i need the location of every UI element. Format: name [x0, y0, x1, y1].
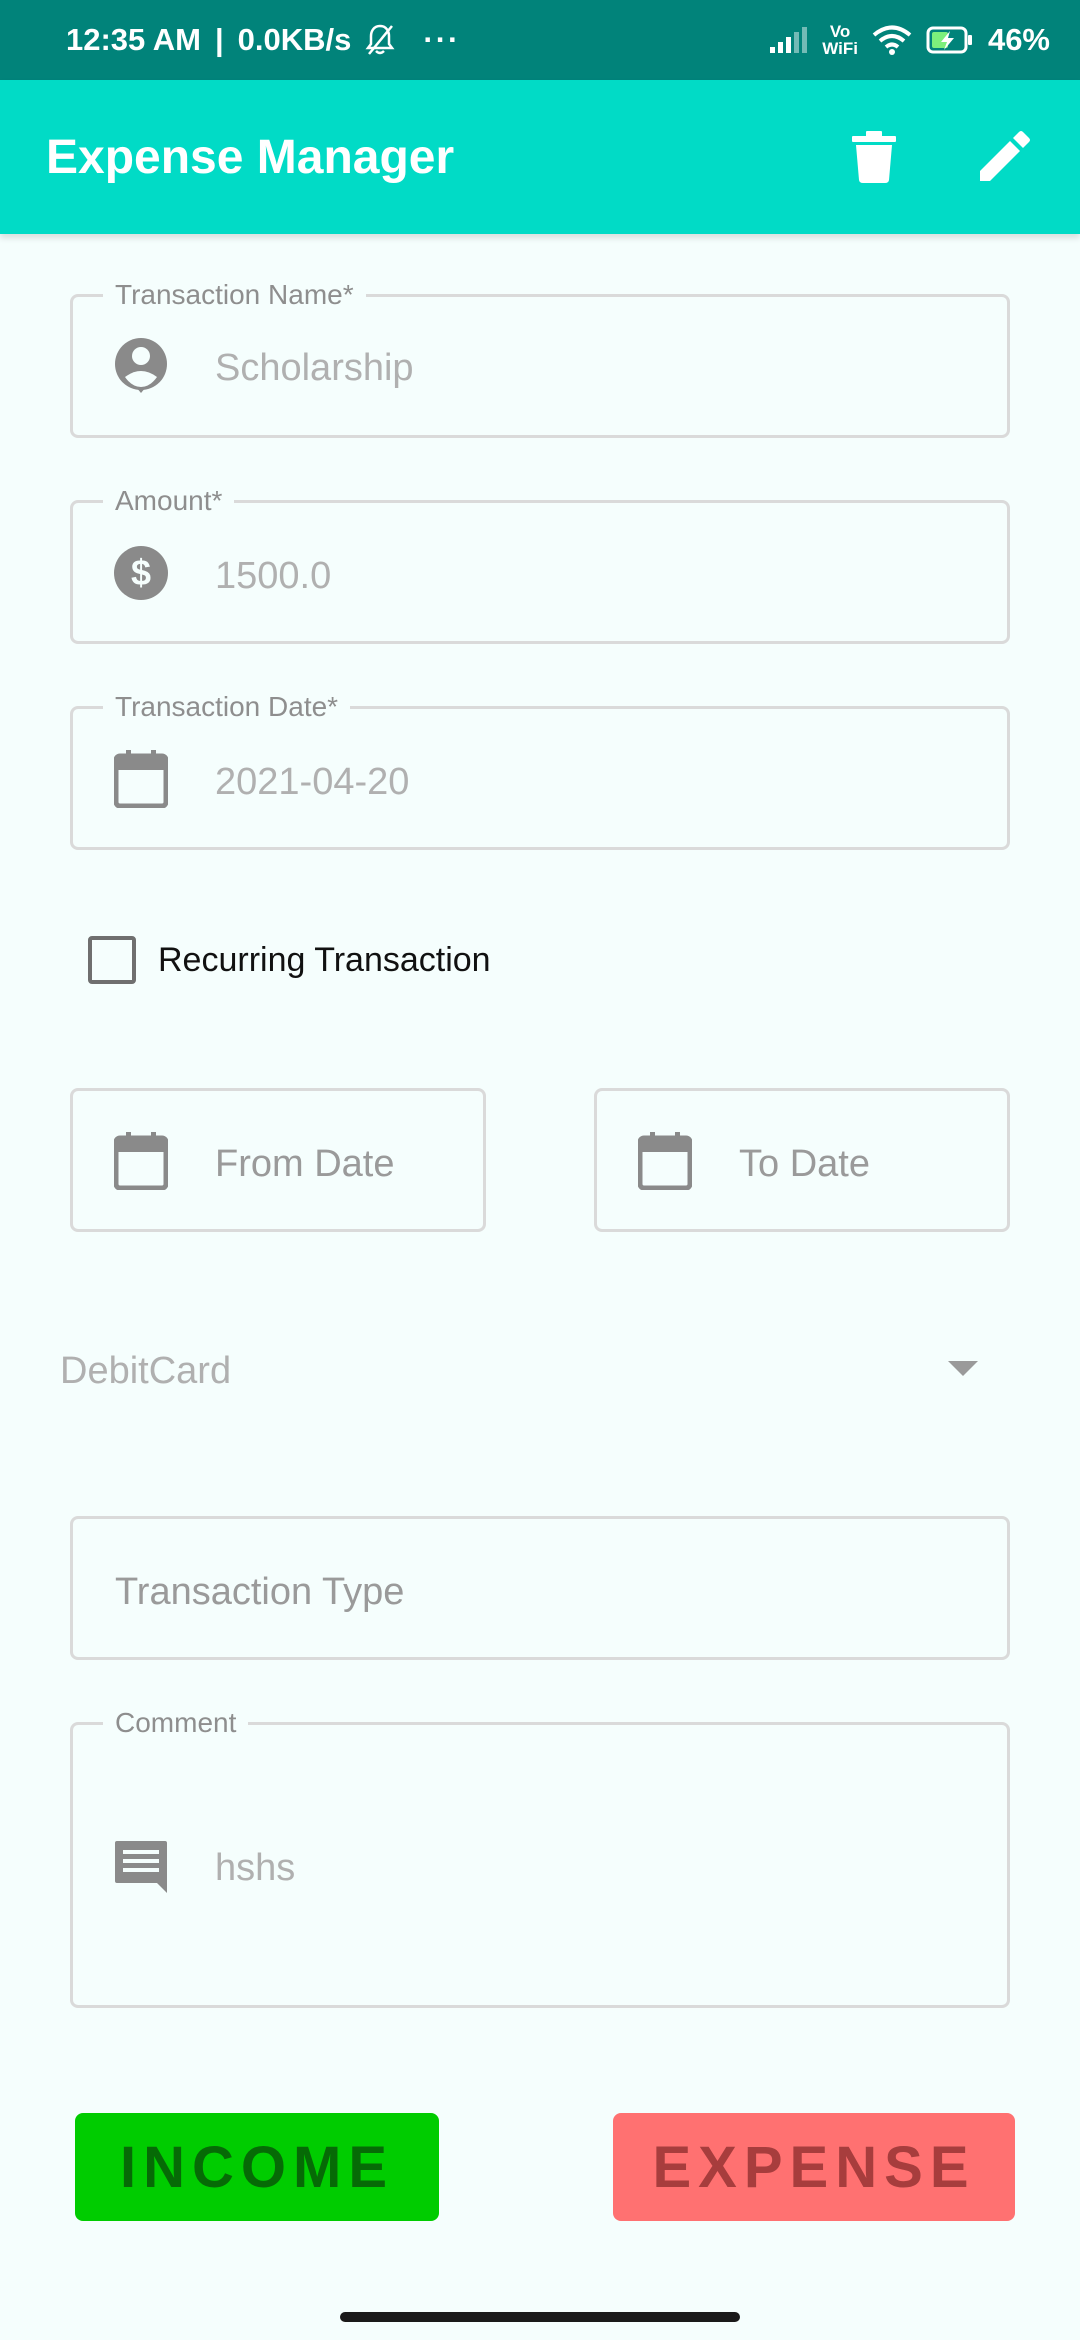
to-date-field[interactable]: To Date — [594, 1088, 1010, 1232]
svg-text:$: $ — [131, 552, 151, 593]
vowifi-top: Vo — [829, 22, 851, 41]
vowifi-bottom: WiFi — [822, 39, 858, 58]
bell-muted-icon — [365, 23, 395, 57]
account-circle-icon — [111, 335, 171, 395]
app-title: Expense Manager — [46, 130, 455, 184]
to-date-placeholder: To Date — [739, 1143, 870, 1185]
transaction-name-label: Transaction Name* — [103, 280, 366, 310]
recurring-label: Recurring Transaction — [158, 940, 491, 979]
more-notifications-icon: ··· — [423, 22, 461, 57]
app-bar: Expense Manager — [0, 80, 1080, 234]
payment-method-dropdown[interactable]: DebitCard — [60, 1326, 1004, 1416]
vowifi-indicator: Vo WiFi — [822, 23, 858, 57]
transaction-name-field[interactable]: Transaction Name* Scholarship — [70, 280, 1010, 438]
recurring-transaction-row[interactable]: Recurring Transaction — [88, 936, 491, 984]
pencil-icon — [980, 131, 1030, 181]
amount-label: Amount* — [103, 486, 235, 516]
comment-field[interactable]: Comment hshs — [70, 1708, 1010, 2008]
delete-button[interactable] — [844, 127, 904, 187]
dropdown-arrow-icon — [948, 1360, 978, 1382]
status-time: 12:35 AM — [66, 22, 201, 57]
calendar-icon — [111, 1131, 171, 1191]
calendar-icon — [111, 749, 171, 809]
expense-button[interactable]: EXPENSE — [613, 2113, 1015, 2221]
comment-icon — [111, 1837, 171, 1897]
from-date-placeholder: From Date — [215, 1143, 395, 1185]
payment-method-value: DebitCard — [60, 1349, 232, 1392]
edit-button[interactable] — [974, 127, 1034, 187]
transaction-date-field[interactable]: Transaction Date* 2021-04-20 — [70, 692, 1010, 850]
transaction-date-label: Transaction Date* — [103, 692, 351, 722]
battery-percent: 46% — [987, 22, 1050, 57]
transaction-type-placeholder: Transaction Type — [115, 1571, 405, 1613]
amount-field[interactable]: Amount* $ 1500.0 — [70, 486, 1010, 644]
status-left: 12:35 AM | 0.0KB/s ··· — [66, 22, 460, 58]
calendar-icon — [635, 1131, 695, 1191]
status-separator: | — [214, 22, 224, 57]
wifi-icon — [872, 24, 912, 56]
recurring-checkbox[interactable] — [88, 936, 136, 984]
status-network-speed: 0.0KB/s — [237, 22, 352, 57]
income-button[interactable]: INCOME — [75, 2113, 439, 2221]
comment-label: Comment — [103, 1708, 249, 1738]
signal-icon — [768, 25, 808, 55]
trash-icon — [852, 131, 896, 183]
status-right: Vo WiFi 46% — [768, 22, 1050, 58]
status-bar: 12:35 AM | 0.0KB/s ··· Vo WiFi 46% — [0, 0, 1080, 80]
battery-charging-icon — [926, 25, 974, 55]
comment-value: hshs — [215, 1847, 296, 1889]
transaction-name-value: Scholarship — [215, 347, 414, 389]
home-indicator[interactable] — [340, 2312, 740, 2322]
from-date-field[interactable]: From Date — [70, 1088, 486, 1232]
amount-value: 1500.0 — [215, 555, 332, 597]
transaction-type-field[interactable]: Transaction Type — [70, 1516, 1010, 1660]
dollar-icon: $ — [111, 543, 171, 603]
transaction-date-value: 2021-04-20 — [215, 761, 410, 803]
